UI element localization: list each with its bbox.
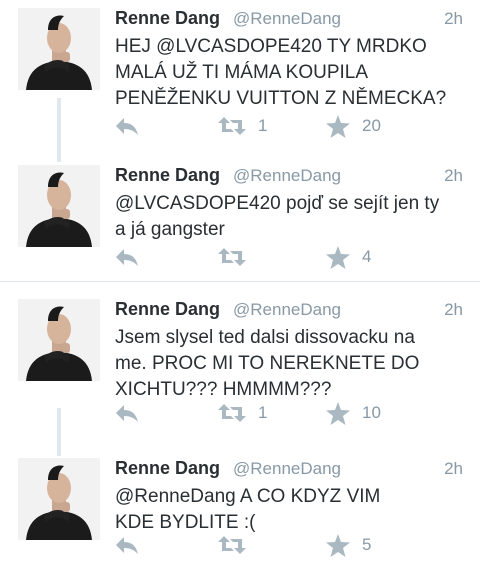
retweet-icon [218, 117, 246, 135]
author-handle[interactable]: @RenneDang [233, 459, 341, 479]
reply-button[interactable] [115, 114, 139, 138]
tweet[interactable]: Renne Dang @RenneDang 2h @LVCASDOPE420 p… [0, 157, 480, 275]
favorite-count: 10 [362, 403, 381, 422]
tweet-text: @RenneDang A CO KDYZ VIM KDE BYDLITE :( [115, 486, 381, 533]
retweet-button[interactable]: 1 [218, 114, 267, 138]
reply-button[interactable] [115, 533, 139, 557]
favorite-button[interactable]: 4 [326, 245, 371, 269]
tweet-timestamp[interactable]: 2h [444, 459, 463, 479]
favorite-button[interactable]: 20 [326, 114, 381, 138]
star-icon [326, 245, 350, 269]
reply-button[interactable] [115, 401, 139, 425]
author-name[interactable]: Renne Dang [115, 458, 220, 479]
reply-icon [116, 405, 138, 422]
reply-icon [116, 118, 138, 135]
avatar-image [18, 8, 100, 90]
star-icon [326, 533, 350, 557]
author-handle[interactable]: @RenneDang [233, 9, 341, 29]
reply-icon [116, 537, 138, 554]
tweet-timestamp[interactable]: 2h [444, 166, 463, 186]
reply-icon [116, 249, 138, 266]
retweet-icon [218, 248, 246, 266]
retweet-button[interactable] [218, 245, 258, 269]
tweet-actions: 5 [0, 533, 480, 557]
retweet-count: 1 [258, 116, 268, 135]
favorite-button[interactable]: 10 [326, 401, 381, 425]
tweet-text: HEJ @LVCASDOPE420 TY MRDKO MALÁ UŽ TI MÁ… [115, 36, 447, 109]
avatar[interactable] [18, 458, 100, 540]
tweet-text: @LVCASDOPE420 pojď se sejít jen ty a já … [115, 193, 440, 240]
favorite-count: 20 [362, 116, 381, 135]
tweet[interactable]: Renne Dang @RenneDang 2h HEJ @LVCASDOPE4… [0, 0, 480, 144]
favorite-count: 4 [362, 247, 372, 266]
tweet-timestamp[interactable]: 2h [444, 9, 463, 29]
reply-button[interactable] [115, 245, 139, 269]
retweet-icon [218, 536, 246, 554]
favorite-count: 5 [362, 535, 372, 554]
retweet-icon [218, 404, 246, 422]
retweet-button[interactable]: 1 [218, 401, 267, 425]
favorite-button[interactable]: 5 [326, 533, 371, 557]
avatar[interactable] [18, 165, 100, 247]
tweet-actions: 1 20 [0, 114, 480, 138]
star-icon [326, 401, 350, 425]
author-handle[interactable]: @RenneDang [233, 300, 341, 320]
tweet[interactable]: Renne Dang @RenneDang 2h @RenneDang A CO… [0, 450, 480, 563]
tweet-timestamp[interactable]: 2h [444, 300, 463, 320]
retweet-button[interactable] [218, 533, 258, 557]
tweet-actions: 4 [0, 245, 480, 269]
star-icon [326, 114, 350, 138]
avatar-image [18, 458, 100, 540]
tweet-actions: 1 10 [0, 401, 480, 425]
avatar[interactable] [18, 8, 100, 90]
conversation-divider [0, 281, 480, 282]
avatar-image [18, 299, 100, 381]
tweet-text: Jsem slysel ted dalsi dissovacku na me. … [115, 327, 420, 400]
retweet-count: 1 [258, 403, 268, 422]
tweet[interactable]: Renne Dang @RenneDang 2h Jsem slysel ted… [0, 291, 480, 431]
author-name[interactable]: Renne Dang [115, 165, 220, 186]
author-name[interactable]: Renne Dang [115, 299, 220, 320]
avatar[interactable] [18, 299, 100, 381]
avatar-image [18, 165, 100, 247]
author-handle[interactable]: @RenneDang [233, 166, 341, 186]
author-name[interactable]: Renne Dang [115, 8, 220, 29]
